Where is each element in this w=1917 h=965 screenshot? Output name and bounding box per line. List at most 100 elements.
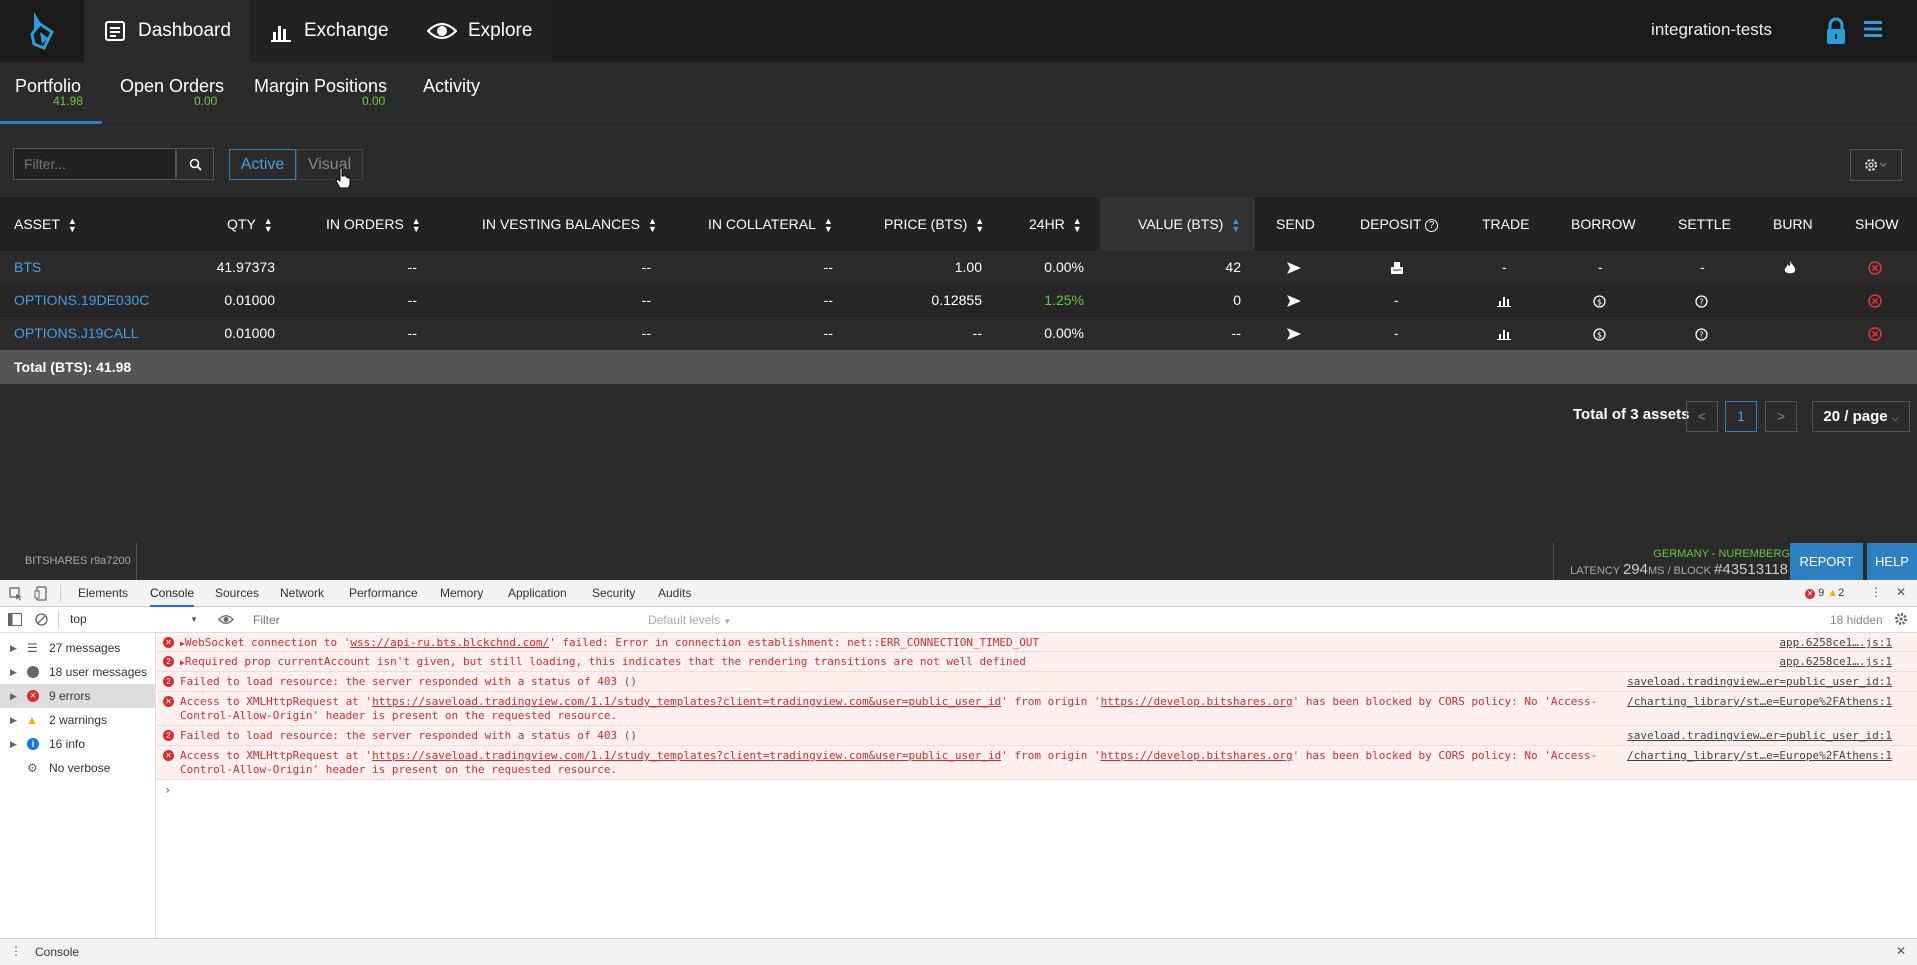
settings-button[interactable] bbox=[1850, 149, 1902, 181]
col-in-vesting[interactable]: IN VESTING BALANCES ▲ ▼ bbox=[482, 197, 657, 251]
col-asset[interactable]: ASSET ▲ ▼ bbox=[14, 197, 77, 251]
tab-application[interactable]: Application bbox=[508, 580, 567, 607]
deposit-icon[interactable] bbox=[1390, 251, 1404, 284]
trade-icon[interactable] bbox=[1497, 284, 1511, 317]
eye-icon[interactable] bbox=[218, 614, 234, 625]
message-source-link[interactable]: app.6258ce1….js:1 bbox=[1779, 636, 1892, 649]
message-link[interactable]: wss://api-ru.bts.blckchnd.com/ bbox=[350, 636, 549, 649]
in-orders-cell: -- bbox=[407, 325, 417, 341]
tab-activity[interactable]: Activity bbox=[423, 62, 493, 124]
message-source-link[interactable]: app.6258ce1….js:1 bbox=[1779, 655, 1892, 668]
qty-cell: 0.01000 bbox=[224, 292, 275, 308]
message-source-link[interactable]: /charting_library/st…e=Europe%2FAthens:1 bbox=[1627, 749, 1892, 762]
message-source-link[interactable]: saveload.tradingview…er=public_user_id:1 bbox=[1627, 729, 1892, 742]
col-24hr[interactable]: 24HR ▲ ▼ bbox=[1029, 197, 1082, 251]
asset-link[interactable]: BTS bbox=[14, 251, 41, 284]
trade-icon[interactable] bbox=[1497, 317, 1511, 350]
sidebar-item-verbose[interactable]: ⚙ No verbose bbox=[0, 756, 156, 780]
bitshares-app: Dashboard Exchange Explore integration-t… bbox=[0, 0, 1917, 580]
asset-link[interactable]: OPTIONS.J19CALL bbox=[14, 317, 139, 350]
sort-icon: ▲ ▼ bbox=[1072, 216, 1082, 235]
nav-dashboard[interactable]: Dashboard bbox=[84, 0, 250, 62]
bitshares-logo[interactable] bbox=[22, 10, 62, 52]
col-in-orders[interactable]: IN ORDERS ▲ ▼ bbox=[326, 197, 421, 251]
hide-asset-icon[interactable] bbox=[1868, 317, 1882, 350]
borrow-icon[interactable]: $ bbox=[1593, 317, 1606, 350]
sidebar-item-warnings[interactable]: ▶ ▲ 2 warnings bbox=[0, 708, 156, 732]
search-button[interactable] bbox=[176, 148, 214, 180]
node-location[interactable]: GERMANY - NUREMBERG bbox=[1560, 548, 1790, 560]
message-source-link[interactable]: saveload.tradingview…er=public_user_id:1 bbox=[1627, 675, 1892, 688]
in-orders-cell: -- bbox=[407, 259, 417, 275]
message-source-link[interactable]: /charting_library/st…e=Europe%2FAthens:1 bbox=[1627, 695, 1892, 708]
send-icon[interactable] bbox=[1287, 284, 1301, 317]
gear-icon[interactable] bbox=[1894, 612, 1908, 626]
tab-elements[interactable]: Elements bbox=[78, 580, 128, 607]
console-prompt[interactable]: › bbox=[164, 783, 171, 797]
tab-portfolio[interactable]: Portfolio 41.98 bbox=[0, 62, 102, 124]
page-size-select[interactable]: 20 / page ⌵ bbox=[1812, 401, 1910, 432]
close-devtools-icon[interactable]: ✕ bbox=[1896, 585, 1906, 599]
send-icon[interactable] bbox=[1287, 317, 1301, 350]
nav-explore[interactable]: Explore bbox=[416, 0, 552, 62]
col-qty[interactable]: QTY ▲ ▼ bbox=[227, 197, 273, 251]
inspect-icon[interactable] bbox=[9, 587, 23, 601]
console-filter-input[interactable] bbox=[245, 610, 635, 630]
message-link[interactable]: https://develop.bitshares.org bbox=[1101, 749, 1293, 762]
sidebar-item-user-messages[interactable]: ▶ 18 user messages bbox=[0, 660, 156, 684]
more-options-icon[interactable]: ⋮ bbox=[1870, 585, 1882, 599]
page-1-button[interactable]: 1 bbox=[1725, 401, 1757, 432]
close-drawer-icon[interactable]: ✕ bbox=[1896, 944, 1906, 958]
tab-margin-positions[interactable]: Margin Positions 0.00 bbox=[254, 62, 394, 124]
hide-asset-icon[interactable] bbox=[1868, 251, 1882, 284]
col-value[interactable]: VALUE (BTS) ▲ ▼ bbox=[1100, 197, 1255, 251]
tab-console[interactable]: Console bbox=[150, 580, 195, 607]
error-count-badge[interactable]: ✕ 9 ▲2 bbox=[1805, 587, 1844, 599]
hamburger-menu-icon[interactable] bbox=[1864, 20, 1882, 38]
message-link[interactable]: https://saveload.tradingview.com/1.1/stu… bbox=[372, 695, 1001, 708]
tab-network[interactable]: Network bbox=[280, 580, 324, 607]
tab-performance[interactable]: Performance bbox=[349, 580, 418, 607]
log-levels-select[interactable]: Default levels ▼ bbox=[648, 613, 731, 627]
send-icon[interactable] bbox=[1287, 251, 1301, 284]
report-button[interactable]: REPORT bbox=[1790, 543, 1863, 580]
active-toggle[interactable]: Active bbox=[229, 149, 296, 180]
tab-audits[interactable]: Audits bbox=[658, 580, 691, 607]
filter-input[interactable] bbox=[13, 148, 176, 180]
tab-memory[interactable]: Memory bbox=[440, 580, 483, 607]
clear-console-icon[interactable] bbox=[35, 613, 48, 626]
svg-text:$: $ bbox=[1597, 297, 1602, 306]
account-name[interactable]: integration-tests bbox=[1651, 20, 1772, 40]
message-text: ▶Required prop currentAccount isn't give… bbox=[180, 655, 1026, 668]
visual-toggle[interactable]: Visual bbox=[296, 149, 363, 180]
borrow-icon[interactable]: $ bbox=[1593, 284, 1606, 317]
burn-icon[interactable] bbox=[1784, 251, 1796, 284]
help-icon[interactable]: ? bbox=[1425, 218, 1439, 232]
latency-unit: MS bbox=[1648, 565, 1665, 577]
drawer-menu-icon[interactable]: ⋮ bbox=[10, 944, 22, 958]
asset-link[interactable]: OPTIONS.19DE030C bbox=[14, 284, 149, 317]
prev-page-button[interactable]: < bbox=[1686, 401, 1718, 432]
lock-icon[interactable] bbox=[1825, 17, 1847, 45]
message-link[interactable]: https://develop.bitshares.org bbox=[1101, 695, 1293, 708]
device-toolbar-icon[interactable] bbox=[34, 586, 48, 601]
tab-security[interactable]: Security bbox=[592, 580, 635, 607]
sidebar-item-messages[interactable]: ▶ ☰ 27 messages bbox=[0, 636, 156, 660]
message-link[interactable]: https://saveload.tradingview.com/1.1/stu… bbox=[372, 749, 1001, 762]
settle-icon[interactable]: ? bbox=[1695, 284, 1708, 317]
next-page-button[interactable]: > bbox=[1765, 401, 1797, 432]
tab-sources[interactable]: Sources bbox=[215, 580, 259, 607]
col-in-collateral[interactable]: IN COLLATERAL ▲ ▼ bbox=[708, 197, 833, 251]
context-select[interactable]: top ▼ bbox=[64, 609, 202, 630]
tab-open-orders[interactable]: Open Orders 0.00 bbox=[120, 62, 230, 124]
sidebar-toggle-icon[interactable] bbox=[8, 613, 22, 626]
sidebar-item-info[interactable]: ▶ i 16 info bbox=[0, 732, 156, 756]
help-button[interactable]: HELP bbox=[1867, 543, 1917, 580]
expand-arrow-icon: ▶ bbox=[10, 739, 17, 749]
settle-icon[interactable]: ? bbox=[1695, 317, 1708, 350]
drawer-tab-console[interactable]: Console bbox=[35, 945, 79, 959]
sidebar-item-errors[interactable]: ▶ ✕ 9 errors bbox=[0, 684, 156, 708]
hide-asset-icon[interactable] bbox=[1868, 284, 1882, 317]
col-price[interactable]: PRICE (BTS) ▲ ▼ bbox=[884, 197, 984, 251]
nav-exchange[interactable]: Exchange bbox=[250, 0, 416, 62]
